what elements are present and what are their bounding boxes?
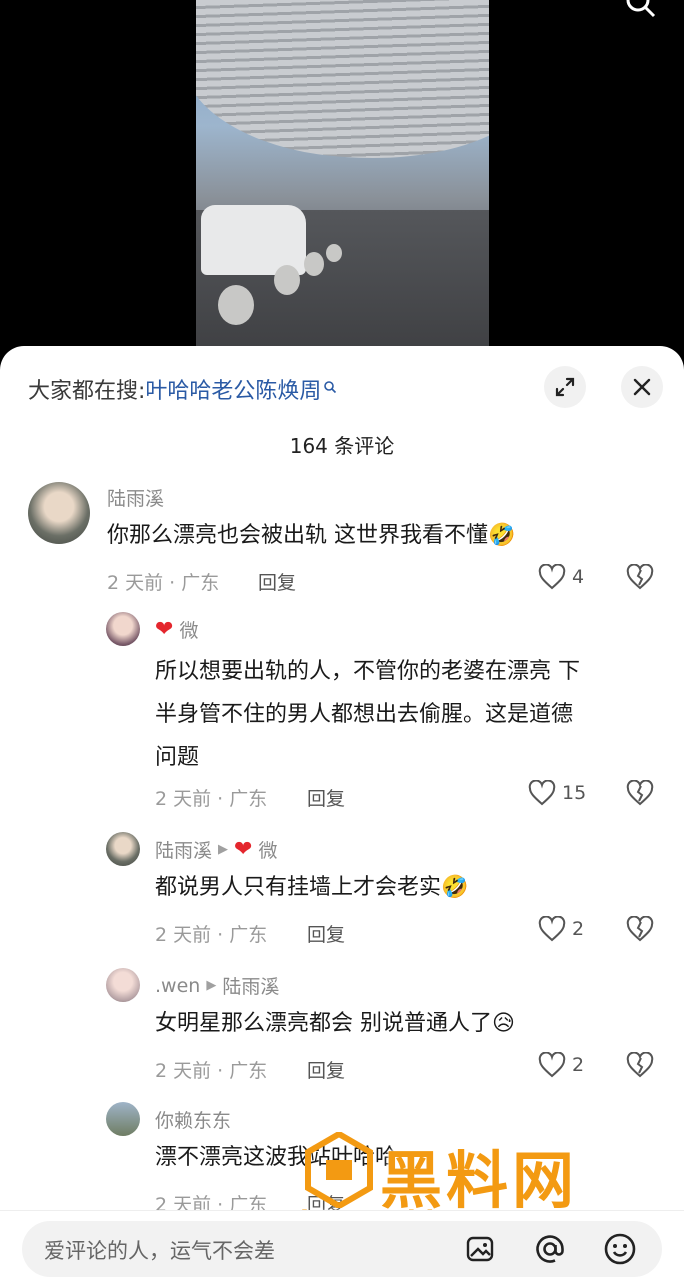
bollard <box>218 285 254 325</box>
reply-arrow-icon: ▶ <box>206 978 217 993</box>
comment-count: 164 条评论 <box>289 434 395 458</box>
video-player[interactable] <box>0 0 684 360</box>
username-text: 微 <box>179 620 199 642</box>
avatar[interactable] <box>106 1102 140 1136</box>
heart-icon: ❤ <box>155 617 174 642</box>
close-icon[interactable] <box>621 366 663 408</box>
avatar[interactable] <box>106 612 140 646</box>
sad-emoji: 😥 <box>492 1011 515 1036</box>
comment-text-content: 你那么漂亮也会被出轨 这世界我看不懂 <box>107 523 488 548</box>
username-text: .wen <box>155 974 201 997</box>
avatar[interactable] <box>106 832 140 866</box>
at-icon[interactable] <box>532 1231 568 1267</box>
expand-icon[interactable] <box>544 366 586 408</box>
reply-to-user: 陆雨溪 <box>222 976 280 998</box>
search-icon[interactable] <box>624 0 658 20</box>
bollard <box>304 252 324 276</box>
reply-button[interactable]: 回复 <box>307 784 345 811</box>
comment-text-content: 漂不漂亮这波我站叶哈哈 <box>155 1145 398 1170</box>
video-frame <box>196 0 489 360</box>
dislike-button[interactable] <box>626 1051 654 1082</box>
avatar[interactable] <box>106 968 140 1002</box>
reply-button[interactable]: 回复 <box>307 920 345 947</box>
comment-sheet: 大家都在搜: 叶哈哈老公陈焕周 164 条评论 陆雨溪 你那么漂亮也会被出轨 这… <box>0 346 684 1280</box>
like-button[interactable]: 2 <box>538 1052 584 1078</box>
reply-button[interactable]: 回复 <box>258 568 296 595</box>
comment-meta: 2 天前 · 广东 <box>107 572 220 594</box>
username-text: 陆雨溪 <box>107 488 165 510</box>
username[interactable]: 你赖东东 <box>155 1106 231 1133</box>
search-suggestion[interactable]: 大家都在搜: 叶哈哈老公陈焕周 <box>28 372 337 406</box>
comment-line: 所以想要出轨的人，不管你的老婆在漂亮 下 <box>155 659 580 684</box>
watermark-title: 黑料网 <box>380 1144 579 1217</box>
search-prefix: 大家都在搜: <box>28 379 146 404</box>
reply-button[interactable]: 回复 <box>307 1056 345 1083</box>
laugh-cry-emoji: 🤣 <box>441 875 469 900</box>
comment-input[interactable]: 爱评论的人，运气不会差 <box>22 1221 662 1277</box>
heart-icon: ❤ <box>234 837 253 862</box>
like-icon <box>528 780 556 806</box>
username-text: 你赖东东 <box>155 1110 232 1132</box>
comment-text: 你那么漂亮也会被出轨 这世界我看不懂🤣 <box>107 514 515 557</box>
terminal-roof <box>196 0 489 185</box>
comment-input-bar: 爱评论的人，运气不会差 <box>0 1210 684 1280</box>
comment-text-content: 都说男人只有挂墙上才会老实 <box>155 875 442 900</box>
laugh-cry-emoji: 🤣 <box>488 523 516 548</box>
comment-meta: 2 天前 · 广东 <box>155 788 268 810</box>
search-term[interactable]: 叶哈哈老公陈焕周 <box>145 373 321 405</box>
comment-line: 问题 <box>155 745 200 770</box>
reply-to-user: 微 <box>258 840 278 862</box>
comment-text: 都说男人只有挂墙上才会老实🤣 <box>155 866 468 909</box>
username-text: 陆雨溪 <box>155 840 213 862</box>
comment-text-content: 女明星那么漂亮都会 别说普通人了 <box>155 1011 492 1036</box>
dislike-button[interactable] <box>626 779 654 810</box>
bollard <box>274 265 300 295</box>
username[interactable]: .wen ▶ 陆雨溪 <box>155 972 279 999</box>
like-count: 4 <box>572 566 585 588</box>
comment-text: 女明星那么漂亮都会 别说普通人了😥 <box>155 1002 515 1045</box>
comment-text: 所以想要出轨的人，不管你的老婆在漂亮 下 半身管不住的男人都想出去偷腥。这是道德… <box>155 650 580 779</box>
avatar[interactable] <box>28 482 90 544</box>
search-term-icon <box>323 380 337 398</box>
like-count: 15 <box>562 782 587 804</box>
comment-input-placeholder: 爱评论的人，运气不会差 <box>44 1239 275 1263</box>
username[interactable]: ❤ 微 <box>155 616 198 643</box>
dislike-icon <box>626 779 654 806</box>
dislike-icon <box>626 563 654 590</box>
image-icon[interactable] <box>462 1231 498 1267</box>
username[interactable]: 陆雨溪 ▶ ❤ 微 <box>155 836 277 863</box>
bollard <box>326 244 342 262</box>
like-button[interactable]: 4 <box>538 564 584 590</box>
dislike-icon <box>626 1051 654 1078</box>
like-count: 2 <box>572 1054 585 1076</box>
like-button[interactable]: 15 <box>528 780 586 806</box>
like-icon <box>538 1052 566 1078</box>
reply-arrow-icon: ▶ <box>218 842 229 857</box>
like-icon <box>538 564 566 590</box>
comment-text: 漂不漂亮这波我站叶哈哈 <box>155 1136 397 1179</box>
like-count: 2 <box>572 918 585 940</box>
dislike-button[interactable] <box>626 563 654 594</box>
comment-meta: 2 天前 · 广东 <box>155 1060 268 1082</box>
comment-meta: 2 天前 · 广东 <box>155 924 268 946</box>
like-button[interactable]: 2 <box>538 916 584 942</box>
emoji-icon[interactable] <box>602 1231 638 1267</box>
comment-line: 半身管不住的男人都想出去偷腥。这是道德 <box>155 702 574 727</box>
like-icon <box>538 916 566 942</box>
dislike-icon <box>626 915 654 942</box>
dislike-button[interactable] <box>626 915 654 946</box>
username[interactable]: 陆雨溪 <box>107 484 164 511</box>
